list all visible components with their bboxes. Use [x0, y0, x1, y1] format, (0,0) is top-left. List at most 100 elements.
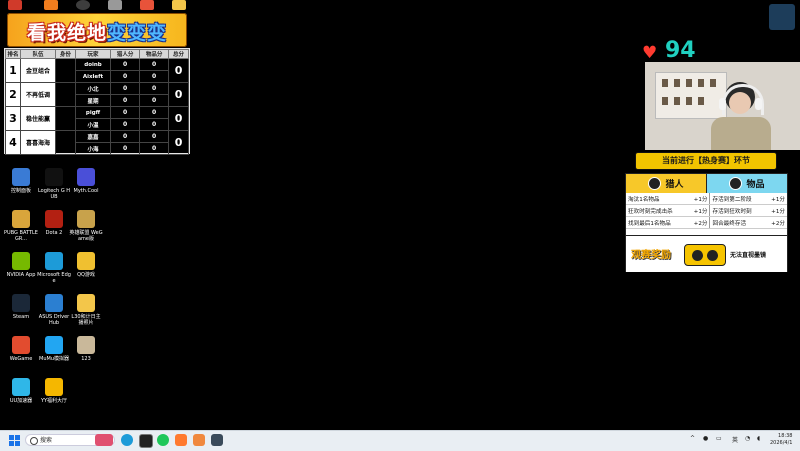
desktop-icon[interactable]: MuMu模拟器: [37, 336, 71, 362]
rank-cell: 4: [5, 130, 21, 155]
banner-title: 看我绝地变变变: [27, 22, 168, 44]
pubg-icon: [12, 210, 30, 228]
edge-icon: [45, 252, 63, 270]
player-cell: 星期: [74, 94, 112, 107]
desktop-icon[interactable]: UU加速器: [4, 378, 38, 404]
desktop-icon[interactable]: Dota 2: [37, 210, 71, 236]
control-panel-icon: [12, 168, 30, 186]
desktop-icon-label: YY福利大厅: [40, 398, 68, 404]
folder-icon[interactable]: [172, 0, 186, 10]
search-placeholder: 搜索: [40, 437, 53, 444]
widget-icon[interactable]: [95, 434, 113, 446]
item-header: 物品: [707, 174, 787, 193]
hunter-score-cell: 0: [110, 70, 141, 83]
mumu-icon: [45, 336, 63, 354]
desktop-icon-label: ASUS DriverHub: [38, 314, 70, 326]
app-icon[interactable]: [8, 0, 22, 10]
stage-banner: 当前进行【热身赛】环节: [635, 152, 777, 170]
desktop-icon[interactable]: Logitech G HUB: [37, 168, 71, 200]
desktop-icon[interactable]: PUBG BATTLEGR...: [4, 210, 38, 242]
app-icon[interactable]: [108, 0, 122, 10]
rule-row: 狂欢时刻完成击杀 +1分 存活到狂欢时刻 +1分: [626, 204, 787, 217]
app-icon[interactable]: [211, 434, 223, 446]
rank-cell: 3: [5, 106, 21, 131]
hunter-score-cell: 0: [110, 106, 141, 119]
desktop-icon-label: WeGame: [9, 356, 33, 362]
col-team: 队伍: [20, 49, 56, 59]
desktop-icon[interactable]: L30和计日主播照片: [69, 294, 103, 326]
edge-icon[interactable]: [121, 434, 133, 446]
input-lang[interactable]: 英: [732, 435, 738, 444]
hunter-score-cell: 0: [110, 58, 141, 71]
clock[interactable]: 18:38 2026/4/1: [770, 433, 792, 447]
hunter-score-cell: 0: [110, 94, 141, 107]
player-cell: 小北: [74, 82, 112, 95]
reward-label: 观赛奖励: [631, 250, 671, 261]
reward-section: 观赛奖励 无法直视墨镜: [626, 235, 787, 272]
item-score-cell: 0: [139, 58, 170, 71]
desktop-icon-label: MuMu模拟器: [39, 356, 69, 362]
desktop-icon[interactable]: 123: [69, 336, 103, 362]
rules-panel: 猎人 物品 淘汰1名物品 +1分 存活到第二阶段 +1分 狂欢时刻完成击杀 +1分 存…: [625, 173, 788, 272]
chevron-up-icon[interactable]: ^: [690, 435, 695, 442]
desktop-icon-label: L30和计日主播照片: [71, 314, 101, 326]
item-icon: [729, 177, 743, 190]
wechat-icon[interactable]: [157, 434, 169, 446]
col-player: 玩家: [74, 49, 112, 59]
desktop-icon-label: 123: [81, 356, 91, 362]
logitech-icon: [45, 168, 63, 186]
uu-icon: [12, 378, 30, 396]
hunter-score-cell: 0: [110, 82, 141, 95]
qq-game-icon: [77, 252, 95, 270]
volume-icon[interactable]: ◖: [757, 435, 760, 442]
dota-icon: [45, 210, 63, 228]
yy-icon: [45, 378, 63, 396]
desktop-icon[interactable]: Microsoft Edge: [37, 252, 71, 284]
app-icon[interactable]: [140, 0, 154, 10]
desktop-icon[interactable]: QQ游戏: [69, 252, 103, 278]
image-file-icon: [77, 336, 95, 354]
desktop-icon[interactable]: 控制面板: [4, 168, 38, 194]
desktop-icon[interactable]: NVIDIA App: [4, 252, 38, 278]
app-icon[interactable]: [76, 0, 90, 10]
col-total: 总分: [168, 49, 189, 59]
desktop-icon-label: Microsoft Edge: [37, 272, 71, 284]
col-role: 身份: [55, 49, 76, 59]
event-title-banner: 看我绝地变变变: [7, 13, 187, 47]
role-cell: [55, 130, 76, 155]
col-hunter-score: 猎人分: [110, 49, 141, 59]
desktop-icon[interactable]: Myth.Cool: [69, 168, 103, 194]
steam-icon: [12, 294, 30, 312]
desktop-icon-label: PUBG BATTLEGR...: [4, 230, 38, 242]
desktop-icon-label: Dota 2: [45, 230, 63, 236]
wifi-icon[interactable]: ◔: [745, 435, 750, 442]
shelf: [655, 72, 727, 119]
desktop-icon[interactable]: ASUS DriverHub: [37, 294, 71, 326]
role-cell: [55, 106, 76, 131]
app-icon[interactable]: [44, 0, 58, 10]
app-icon[interactable]: [175, 434, 187, 446]
hunter-header: 猎人: [626, 174, 707, 193]
total-cell: 0: [168, 130, 189, 155]
hunter-score-cell: 0: [110, 130, 141, 143]
desktop-icon-label: Myth.Cool: [73, 188, 99, 194]
mic-icon[interactable]: ●: [703, 435, 708, 442]
desktop-icon[interactable]: Steam: [4, 294, 38, 320]
steam-taskbar-icon[interactable]: [139, 434, 153, 448]
item-score-cell: 0: [139, 106, 170, 119]
app-icon[interactable]: [193, 434, 205, 446]
total-cell: 0: [168, 58, 189, 83]
headphone-ear: [719, 98, 726, 110]
desktop-icon[interactable]: YY福利大厅: [37, 378, 71, 404]
hunter-score-cell: 0: [110, 118, 141, 131]
network-icon[interactable]: ▭: [716, 435, 722, 442]
player-cell: 小海: [74, 142, 112, 155]
myth-icon: [77, 168, 95, 186]
windows-start-icon[interactable]: [9, 435, 20, 446]
desktop-icon[interactable]: 英雄联盟 WeGame版: [69, 210, 103, 242]
item-score-cell: 0: [139, 142, 170, 155]
wegame-icon: [12, 336, 30, 354]
desktop-icon-label: Steam: [12, 314, 30, 320]
desktop-icon[interactable]: WeGame: [4, 336, 38, 362]
team-cell: 不再低调: [20, 82, 56, 107]
